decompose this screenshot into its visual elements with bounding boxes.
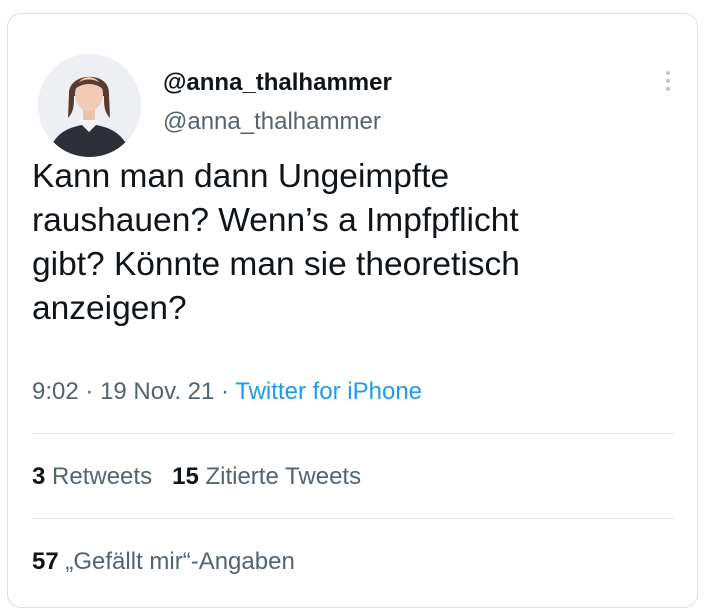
tweet-time[interactable]: 9:02 <box>32 378 79 405</box>
retweets-label: Retweets <box>52 463 153 490</box>
quotes-count: 15 <box>172 463 199 490</box>
divider <box>32 433 674 434</box>
tweet-meta: 9:02 · 19 Nov. 21 · Twitter for iPhone <box>32 378 422 406</box>
likes-stats: 57 „Gefällt mir“-Angaben <box>32 548 295 576</box>
meta-separator: · <box>85 378 94 405</box>
more-vertical-icon[interactable] <box>658 64 678 98</box>
avatar-image <box>38 54 141 157</box>
display-name[interactable]: @anna_thalhammer <box>163 69 392 97</box>
engagement-stats: 3 Retweets 15 Zitierte Tweets <box>32 463 361 491</box>
tweet-date[interactable]: 19 Nov. 21 <box>100 378 214 405</box>
likes-count: 57 <box>32 548 59 575</box>
avatar[interactable] <box>38 54 141 157</box>
retweets-stat[interactable]: 3 Retweets <box>32 463 152 490</box>
tweet-text: Kann man dann Ungeimpfte raushauen? Wenn… <box>32 158 520 327</box>
quotes-label: Zitierte Tweets <box>205 463 362 490</box>
meta-separator: · <box>221 378 230 405</box>
divider <box>32 518 674 519</box>
tweet-source[interactable]: Twitter for iPhone <box>235 378 422 405</box>
quotes-stat[interactable]: 15 Zitierte Tweets <box>172 463 361 490</box>
user-handle[interactable]: @anna_thalhammer <box>163 108 381 136</box>
retweets-count: 3 <box>32 463 46 490</box>
likes-label: „Gefällt mir“-Angaben <box>65 548 295 575</box>
likes-stat[interactable]: 57 „Gefällt mir“-Angaben <box>32 548 295 575</box>
